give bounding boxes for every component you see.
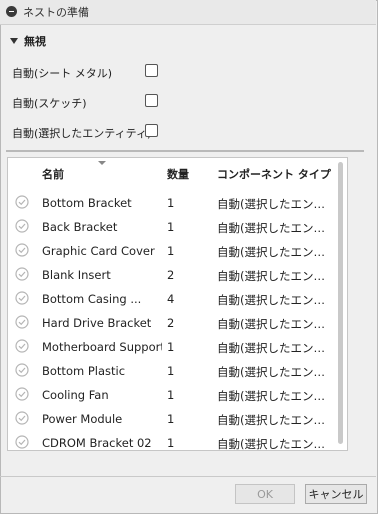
cell-qty: 1: [167, 364, 175, 378]
option-label: 自動(シート メタル): [12, 67, 113, 80]
check-circle-icon[interactable]: [15, 387, 29, 401]
cell-type[interactable]: 自動(選択したエンティティ): [217, 364, 332, 380]
ok-button[interactable]: OK: [235, 484, 295, 504]
cell-type[interactable]: 自動(選択したエンティティ): [217, 388, 332, 404]
cell-qty: 1: [167, 220, 175, 234]
table-row[interactable]: Motherboard Support 1 自動(選択したエンティティ): [8, 335, 338, 359]
cell-name: CDROM Bracket 02: [42, 436, 152, 450]
cell-type[interactable]: 自動(選択したエンティティ): [217, 340, 332, 356]
vertical-scrollbar[interactable]: [338, 162, 343, 444]
column-header-type[interactable]: コンポーネント タイプ: [217, 166, 331, 182]
check-circle-icon[interactable]: [15, 435, 29, 449]
cell-qty: 1: [167, 244, 175, 258]
option-label: 自動(スケッチ): [12, 97, 87, 110]
cell-name: Graphic Card Cover: [42, 244, 155, 258]
ignore-section-title: 無視: [24, 35, 46, 48]
selected-entity-checkbox[interactable]: [145, 124, 158, 137]
cell-type[interactable]: 自動(選択したエンティティ): [217, 244, 332, 260]
cell-name: Bottom Bracket: [42, 196, 132, 210]
cell-name: Bottom Plastic: [42, 364, 126, 378]
check-circle-icon[interactable]: [15, 243, 29, 257]
cell-name: Motherboard Support: [42, 340, 162, 354]
cell-name: Cooling Fan: [42, 388, 109, 402]
cell-type[interactable]: 自動(選択したエンティティ): [217, 196, 332, 212]
cell-name: Power Module: [42, 412, 123, 426]
check-circle-icon[interactable]: [15, 315, 29, 329]
table-row[interactable]: Cooling Fan 1 自動(選択したエンティティ): [8, 383, 338, 407]
cell-qty: 1: [167, 436, 175, 450]
check-circle-icon[interactable]: [15, 291, 29, 305]
cell-name: Hard Drive Bracket: [42, 316, 152, 330]
table-row[interactable]: Power Module 1 自動(選択したエンティティ): [8, 407, 338, 431]
collapse-icon[interactable]: [6, 6, 17, 17]
cell-name: Blank Insert: [42, 268, 111, 282]
cell-name: Bottom Casing ...: [42, 292, 142, 306]
check-circle-icon[interactable]: [15, 267, 29, 281]
sort-arrow-icon[interactable]: [98, 161, 106, 165]
cell-qty: 4: [167, 292, 175, 306]
column-header-name[interactable]: 名前: [42, 166, 64, 182]
table-row[interactable]: CDROM Bracket 02 1 自動(選択したエンティティ): [8, 431, 338, 450]
check-circle-icon[interactable]: [15, 363, 29, 377]
column-header-qty[interactable]: 数量: [167, 166, 189, 182]
sheet-metal-checkbox[interactable]: [145, 64, 158, 77]
table-row[interactable]: Hard Drive Bracket 2 自動(選択したエンティティ): [8, 311, 338, 335]
option-label: 自動(選択したエンティティ): [12, 127, 152, 140]
component-table: 名前 数量 コンポーネント タイプ Bottom Bracket 1 自動(選択した…: [7, 157, 348, 451]
table-row[interactable]: Blank Insert 2 自動(選択したエンティティ): [8, 263, 338, 287]
table-row[interactable]: Graphic Card Cover 1 自動(選択したエンティティ): [8, 239, 338, 263]
dialog-title: ネストの準備: [23, 6, 89, 19]
cancel-button[interactable]: キャンセル: [305, 484, 367, 504]
dialog-titlebar: ネストの準備: [0, 0, 376, 25]
cell-type[interactable]: 自動(選択したエンティティ): [217, 292, 332, 308]
cell-qty: 1: [167, 196, 175, 210]
cell-qty: 1: [167, 340, 175, 354]
check-circle-icon[interactable]: [15, 219, 29, 233]
cell-name: Back Bracket: [42, 220, 118, 234]
section-divider: [6, 150, 364, 152]
footer-divider: [0, 476, 376, 477]
table-row[interactable]: Bottom Plastic 1 自動(選択したエンティティ): [8, 359, 338, 383]
cell-type[interactable]: 自動(選択したエンティティ): [217, 268, 332, 284]
ignore-section-header[interactable]: 無視: [10, 33, 46, 48]
check-circle-icon[interactable]: [15, 339, 29, 353]
sketch-checkbox[interactable]: [145, 94, 158, 107]
expand-triangle-icon: [10, 38, 18, 44]
cell-qty: 2: [167, 268, 175, 282]
cell-qty: 2: [167, 316, 175, 330]
cell-type[interactable]: 自動(選択したエンティティ): [217, 316, 332, 332]
check-circle-icon[interactable]: [15, 411, 29, 425]
cell-type[interactable]: 自動(選択したエンティティ): [217, 436, 332, 450]
cell-qty: 1: [167, 412, 175, 426]
table-row[interactable]: Back Bracket 1 自動(選択したエンティティ): [8, 215, 338, 239]
table-row[interactable]: Bottom Bracket 1 自動(選択したエンティティ): [8, 191, 338, 215]
cell-type[interactable]: 自動(選択したエンティティ): [217, 412, 332, 428]
cell-type[interactable]: 自動(選択したエンティティ): [217, 220, 332, 236]
check-circle-icon[interactable]: [15, 195, 29, 209]
table-row[interactable]: Bottom Casing ... 4 自動(選択したエンティティ): [8, 287, 338, 311]
cell-qty: 1: [167, 388, 175, 402]
